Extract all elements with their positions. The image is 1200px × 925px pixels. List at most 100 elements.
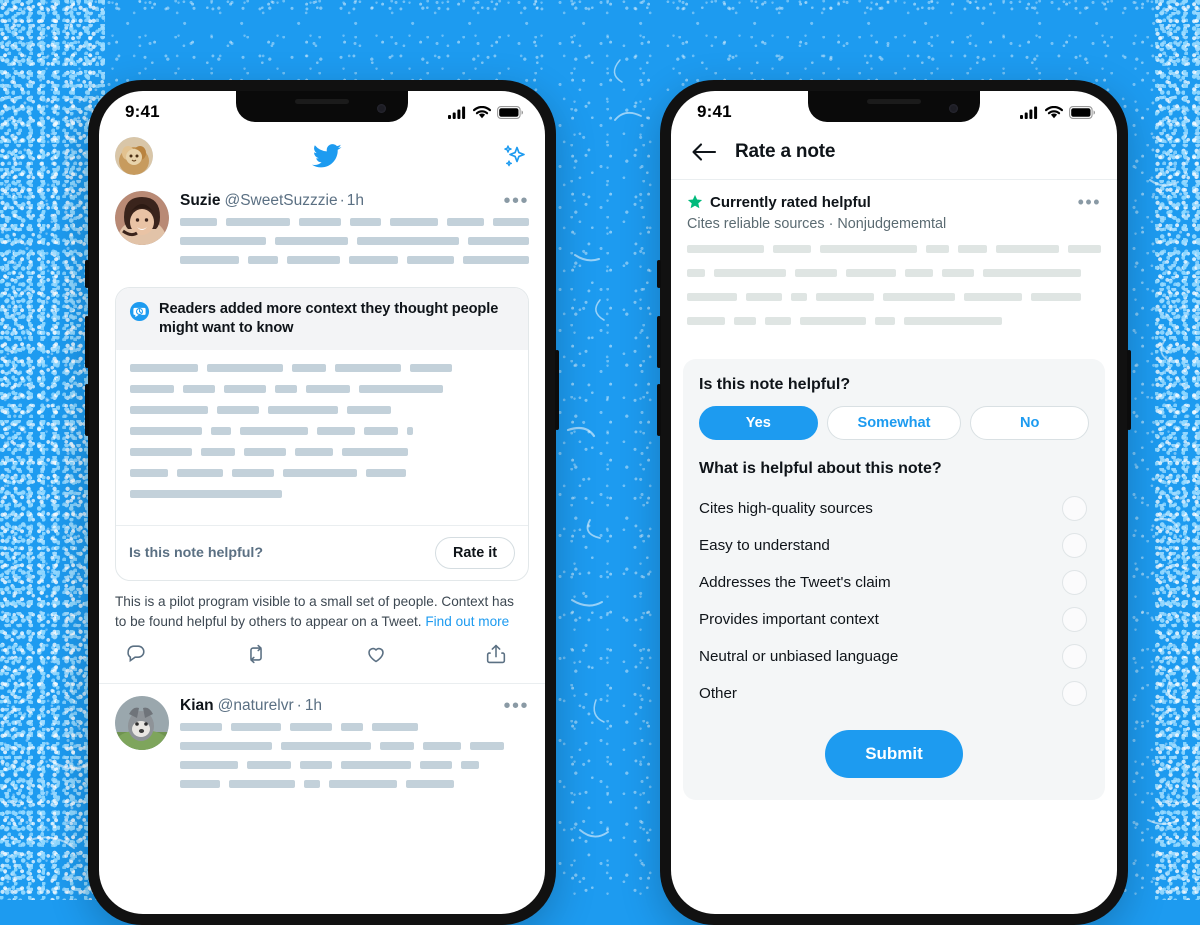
skeleton-bar xyxy=(229,779,295,788)
skeleton-bar xyxy=(390,218,438,226)
skeleton-bar xyxy=(926,245,949,253)
rating-panel: Is this note helpful? Yes Somewhat No What… xyxy=(683,359,1105,800)
skeleton-bar xyxy=(366,469,406,478)
skeleton-bar xyxy=(795,269,837,277)
phone-button-volume-down[interactable] xyxy=(85,384,89,436)
skeleton-line xyxy=(180,741,529,750)
tweet-kian[interactable]: Kian @naturelvr · 1h ••• xyxy=(99,684,545,799)
skeleton-line xyxy=(180,760,529,769)
skeleton-bar xyxy=(406,256,454,264)
skeleton-bar xyxy=(290,722,332,731)
skeleton-bar xyxy=(714,269,786,277)
skeleton-bar xyxy=(232,469,274,478)
more-options-icon[interactable]: ••• xyxy=(503,191,529,211)
sparkles-icon[interactable] xyxy=(501,143,527,169)
helpful-choice-yes[interactable]: Yes xyxy=(699,406,818,440)
skeleton-bar xyxy=(211,427,231,436)
phone-button-power[interactable] xyxy=(1127,350,1131,430)
twitter-bird-icon xyxy=(312,143,342,167)
skeleton-bar xyxy=(224,385,266,394)
skeleton-line xyxy=(130,427,514,436)
skeleton-bar xyxy=(350,218,382,226)
back-arrow-icon[interactable] xyxy=(691,141,717,163)
phone-button-volume-up[interactable] xyxy=(85,316,89,368)
tweet-suzie[interactable]: Suzie @SweetSuzzzie · 1h ••• xyxy=(99,185,545,275)
skeleton-bar xyxy=(964,293,1022,301)
share-icon[interactable] xyxy=(485,643,507,670)
tweet-display-name: Kian xyxy=(180,696,214,714)
find-out-more-link[interactable]: Find out more xyxy=(425,614,509,629)
more-options-icon[interactable]: ••• xyxy=(503,696,529,716)
skeleton-bar xyxy=(275,237,349,245)
rate-it-button[interactable]: Rate it xyxy=(435,537,515,570)
skeleton-line xyxy=(130,469,514,478)
helpful-option-row[interactable]: Provides important context xyxy=(699,601,1089,638)
skeleton-bar xyxy=(180,237,267,245)
skeleton-line xyxy=(180,218,529,226)
like-icon[interactable] xyxy=(365,643,387,670)
helpful-option-radio[interactable] xyxy=(1062,681,1087,706)
skeleton-bar xyxy=(244,448,286,457)
status-time: 9:41 xyxy=(125,102,160,121)
cellular-signal-icon xyxy=(448,106,466,119)
battery-icon xyxy=(497,105,523,119)
skeleton-line xyxy=(130,490,514,499)
skeleton-bar xyxy=(240,427,308,436)
helpful-option-radio[interactable] xyxy=(1062,570,1087,595)
helpful-option-label: Cites high-quality sources xyxy=(699,500,873,517)
phone-button-mute[interactable] xyxy=(657,260,661,288)
skeleton-bar xyxy=(180,760,238,769)
helpful-choice-no[interactable]: No xyxy=(970,406,1090,440)
helpful-option-row[interactable]: Addresses the Tweet's claim xyxy=(699,564,1089,601)
phone-notch xyxy=(808,91,980,122)
skeleton-bar xyxy=(217,406,259,415)
community-notes-icon xyxy=(129,301,150,322)
helpful-choice-somewhat[interactable]: Somewhat xyxy=(826,406,962,440)
skeleton-bar xyxy=(201,448,235,457)
skeleton-bar xyxy=(177,469,223,478)
helpful-option-label: Other xyxy=(699,685,737,702)
skeleton-bar xyxy=(734,317,756,325)
submit-button[interactable]: Submit xyxy=(825,730,963,778)
phone-notch xyxy=(236,91,408,122)
helpful-option-row[interactable]: Neutral or unbiased language xyxy=(699,638,1089,675)
skeleton-bar xyxy=(380,741,414,750)
skeleton-bar xyxy=(348,256,398,264)
helpful-option-row[interactable]: Easy to understand xyxy=(699,527,1089,564)
skeleton-bar xyxy=(130,385,174,394)
more-options-icon[interactable]: ••• xyxy=(1078,193,1101,211)
phone-button-volume-down[interactable] xyxy=(657,384,661,436)
skeleton-bar xyxy=(687,269,705,277)
notch-speaker xyxy=(867,99,921,104)
phone-button-power[interactable] xyxy=(555,350,559,430)
right-phone-frame: 9:41 Rate a note Currently rated helpful… xyxy=(657,80,1131,925)
skeleton-bar xyxy=(957,245,988,253)
skeleton-bar xyxy=(364,427,398,436)
avatar[interactable] xyxy=(115,191,169,245)
tweet-body: Kian @naturelvr · 1h ••• xyxy=(180,696,529,799)
skeleton-bar xyxy=(423,741,461,750)
skeleton-bar xyxy=(130,490,282,499)
retweet-icon[interactable] xyxy=(245,643,267,670)
helpful-option-row[interactable]: Cites high-quality sources xyxy=(699,490,1089,527)
helpful-option-label: Addresses the Tweet's claim xyxy=(699,574,891,591)
skeleton-bar xyxy=(335,364,401,373)
skeleton-bar xyxy=(406,779,454,788)
helpful-option-row[interactable]: Other xyxy=(699,675,1089,712)
skeleton-line xyxy=(180,722,529,731)
tweet-skeleton-text xyxy=(180,218,530,264)
skeleton-line xyxy=(687,317,1101,325)
avatar[interactable] xyxy=(115,137,153,175)
skeleton-bar xyxy=(493,218,529,226)
phone-button-volume-up[interactable] xyxy=(657,316,661,368)
avatar[interactable] xyxy=(115,695,169,750)
reply-icon[interactable] xyxy=(125,643,147,670)
helpful-option-radio[interactable] xyxy=(1062,533,1087,558)
helpful-option-radio[interactable] xyxy=(1062,644,1087,669)
skeleton-bar xyxy=(372,722,418,731)
phone-button-mute[interactable] xyxy=(85,260,89,288)
skeleton-bar xyxy=(687,293,737,301)
skeleton-bar xyxy=(765,317,791,325)
helpful-option-radio[interactable] xyxy=(1062,607,1087,632)
helpful-option-radio[interactable] xyxy=(1062,496,1087,521)
